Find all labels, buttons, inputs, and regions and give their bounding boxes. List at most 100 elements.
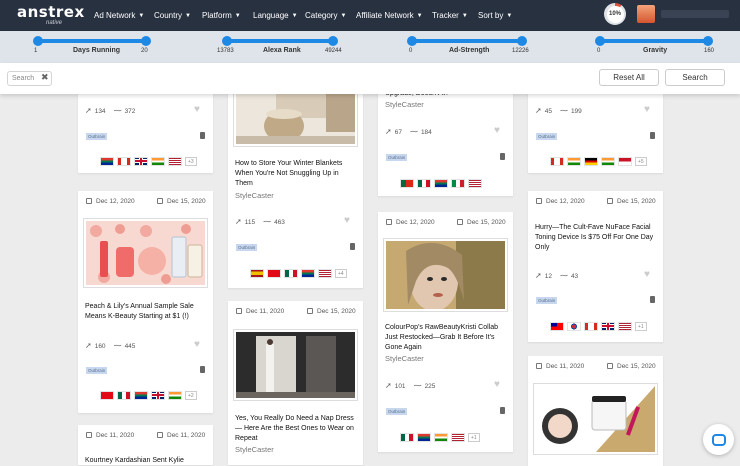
menu-ad-network[interactable]: Ad Network ▼ bbox=[94, 0, 144, 31]
flag-za-icon bbox=[134, 390, 148, 400]
avatar[interactable] bbox=[637, 5, 655, 23]
menu-tracker[interactable]: Tracker ▼ bbox=[432, 0, 468, 31]
flag-icon bbox=[200, 366, 205, 373]
ad-title[interactable]: Kourtney Kardashian Sent Kylie bbox=[85, 456, 207, 466]
menu-language[interactable]: Language ▼ bbox=[253, 0, 298, 31]
slider-max-value: 12226 bbox=[512, 48, 529, 54]
slider-title: Alexa Rank bbox=[263, 47, 301, 54]
reset-all-button[interactable]: Reset All bbox=[599, 69, 659, 86]
ad-card[interactable]: How to Store Your Winter Blankets When Y… bbox=[228, 80, 363, 288]
heart-icon[interactable]: ♥ bbox=[194, 104, 200, 115]
trend-icon: ⁓ bbox=[413, 381, 422, 390]
slider-track bbox=[412, 39, 522, 43]
ad-image[interactable] bbox=[534, 384, 657, 454]
more-countries-badge[interactable]: +1 bbox=[468, 432, 480, 442]
chevron-down-icon: ▼ bbox=[185, 12, 191, 19]
slider-handle-min[interactable] bbox=[407, 36, 417, 46]
heart-icon[interactable]: ♥ bbox=[344, 215, 350, 226]
slider-gravity[interactable]: 0 Gravity 160 bbox=[595, 31, 717, 63]
end-date: Dec 15, 2020 bbox=[607, 363, 656, 370]
flag-de-icon bbox=[584, 156, 598, 166]
heart-icon[interactable]: ♥ bbox=[494, 125, 500, 136]
network-badge: Outbrain bbox=[86, 133, 108, 140]
slider-min-value: 1 bbox=[34, 48, 38, 54]
rocket-icon: ➚ bbox=[535, 106, 542, 115]
menu-affiliate-network[interactable]: Affiliate Network ▼ bbox=[356, 0, 423, 31]
slider-handle-min[interactable] bbox=[222, 36, 232, 46]
more-countries-badge[interactable]: +4 bbox=[335, 268, 347, 278]
ad-image[interactable] bbox=[84, 219, 207, 287]
ad-card[interactable]: Upgrade, Doesn't It? StyleCaster ➚67⁓184… bbox=[378, 80, 513, 196]
filter-sliders: 1 Days Running 20 13783 Alexa Rank 49244… bbox=[0, 31, 740, 63]
more-countries-badge[interactable]: +5 bbox=[635, 156, 647, 166]
menu-country[interactable]: Country ▼ bbox=[154, 0, 191, 31]
ad-card[interactable]: Dec 11, 2020 Dec 11, 2020 Kourtney Kardas… bbox=[78, 425, 213, 465]
slider-handle-max[interactable] bbox=[703, 36, 713, 46]
ad-stats: ➚ 134 ⁓ 372 bbox=[85, 106, 136, 115]
ad-title[interactable]: ColourPop's RawBeautyKristi Collab Just … bbox=[385, 323, 507, 353]
heart-icon[interactable]: ♥ bbox=[644, 104, 650, 115]
country-flags bbox=[400, 178, 482, 188]
ad-card[interactable]: Dec 12, 2020 Dec 15, 2020 ColourPop's Raw… bbox=[378, 212, 513, 452]
rocket-icon: ➚ bbox=[85, 106, 92, 115]
slider-handle-min[interactable] bbox=[33, 36, 43, 46]
slider-title: Gravity bbox=[643, 47, 668, 54]
slider-ad-strength[interactable]: 0 Ad-Strength 12226 bbox=[407, 31, 532, 63]
menu-category[interactable]: Category ▼ bbox=[305, 0, 346, 31]
ad-image[interactable] bbox=[234, 330, 357, 400]
flag-mx-icon bbox=[284, 268, 298, 278]
ad-stats: ➚ 67 ⁓ 184 bbox=[385, 127, 432, 136]
slider-days-running[interactable]: 1 Days Running 20 bbox=[33, 31, 153, 63]
more-countries-badge[interactable]: +3 bbox=[185, 156, 197, 166]
more-countries-badge[interactable]: +1 bbox=[635, 321, 647, 331]
country-flags: +4 bbox=[250, 268, 347, 278]
slider-min-value: 13783 bbox=[217, 48, 234, 54]
ad-title[interactable]: Yes, You Really Do Need a Nap Dress — He… bbox=[235, 414, 357, 444]
ad-title[interactable]: Peach & Lily's Annual Sample Sale Means … bbox=[85, 302, 207, 322]
menu-sort-by[interactable]: Sort by ▼ bbox=[478, 0, 512, 31]
ad-card[interactable]: Dec 11, 2020 Dec 15, 2020 Yes, You Really… bbox=[228, 301, 363, 465]
heart-icon[interactable]: ♥ bbox=[494, 379, 500, 390]
flag-in-icon bbox=[168, 390, 182, 400]
flag-it-icon bbox=[451, 178, 465, 188]
country-flags: +3 bbox=[100, 156, 197, 166]
ad-source: StyleCaster bbox=[235, 191, 274, 200]
slider-alexa-rank[interactable]: 13783 Alexa Rank 49244 bbox=[217, 31, 343, 63]
slider-handle-max[interactable] bbox=[141, 36, 151, 46]
logo[interactable]: anstrex native bbox=[17, 5, 85, 27]
flag-ca-icon bbox=[550, 156, 564, 166]
ad-title[interactable]: Hurry—The Cult-Fave NuFace Facial Toning… bbox=[535, 223, 657, 253]
ad-card[interactable]: Dec 12, 2020 Dec 15, 2020 Hurry—The Cult-… bbox=[528, 191, 663, 342]
slider-handle-min[interactable] bbox=[595, 36, 605, 46]
start-date: Dec 11, 2020 bbox=[536, 363, 584, 370]
heart-icon[interactable]: ♥ bbox=[644, 269, 650, 280]
progress-ring: 10% bbox=[604, 3, 626, 25]
trend-icon: ⁓ bbox=[409, 127, 418, 136]
rocket-icon: ➚ bbox=[385, 127, 392, 136]
flag-us-icon bbox=[318, 268, 332, 278]
flag-tr-icon bbox=[100, 390, 114, 400]
slider-handle-max[interactable] bbox=[328, 36, 338, 46]
menu-platform[interactable]: Platform ▼ bbox=[202, 0, 241, 31]
heart-icon[interactable]: ♥ bbox=[194, 339, 200, 350]
calendar-icon bbox=[386, 219, 392, 225]
ad-card[interactable]: Dec 11, 2020 Dec 15, 2020 bbox=[528, 356, 663, 466]
username-redacted[interactable] bbox=[661, 10, 729, 18]
ad-title[interactable]: How to Store Your Winter Blankets When Y… bbox=[235, 159, 357, 189]
flag-us-icon bbox=[618, 321, 632, 331]
flag-ca-icon bbox=[117, 156, 131, 166]
more-countries-badge[interactable]: +2 bbox=[185, 390, 197, 400]
network-badge: Outbrain bbox=[236, 244, 258, 251]
start-date: Dec 11, 2020 bbox=[86, 432, 134, 439]
calendar-icon bbox=[607, 198, 613, 204]
flag-icon bbox=[350, 243, 355, 250]
calendar-icon bbox=[307, 308, 313, 314]
close-icon[interactable]: ✖ bbox=[41, 72, 49, 83]
search-button[interactable]: Search bbox=[665, 69, 725, 86]
slider-handle-max[interactable] bbox=[517, 36, 527, 46]
chat-button[interactable] bbox=[703, 424, 734, 455]
ad-image[interactable] bbox=[384, 239, 507, 311]
ad-card[interactable]: Dec 12, 2020 Dec 15, 2020 Peach & Lily's … bbox=[78, 191, 213, 413]
flag-tw-icon bbox=[550, 321, 564, 331]
flag-in-icon bbox=[567, 156, 581, 166]
